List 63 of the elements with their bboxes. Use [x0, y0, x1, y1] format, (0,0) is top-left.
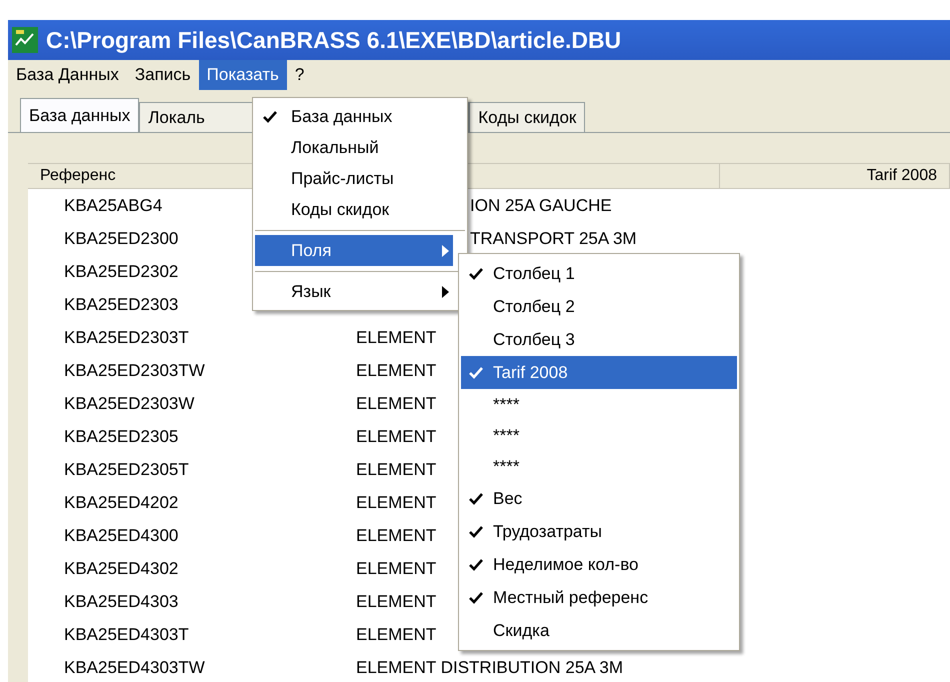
check-icon — [469, 492, 483, 504]
table-cell: ELEMENT — [356, 624, 436, 644]
check-icon — [469, 366, 483, 378]
menu-option[interactable]: Локальный — [255, 132, 453, 163]
table-cell: KBA25ED4303TW — [64, 658, 205, 678]
table-cell: KBA25ED2303W — [64, 394, 194, 414]
table-cell: KBA25ED2303TW — [64, 360, 205, 380]
window-title: C:\Program Files\CanBRASS 6.1\EXE\BD\article.DBU — [46, 26, 622, 54]
menu-option[interactable]: Местный референс — [461, 581, 737, 614]
app-icon — [12, 27, 38, 53]
menu-option[interactable]: Трудозатраты — [461, 515, 737, 548]
table-cell: ELEMENT — [356, 328, 436, 348]
table-cell: ION 25A GAUCHE — [470, 196, 612, 216]
menu-item[interactable]: Показать — [198, 60, 287, 90]
check-icon — [469, 268, 483, 280]
table-cell: TRANSPORT 25A 3M — [470, 228, 637, 248]
menu-option[interactable]: Столбец 2 — [461, 290, 737, 323]
check-icon — [263, 110, 277, 122]
menu-option[interactable]: Tarif 2008 — [461, 356, 737, 389]
table-cell: KBA25ED4303 — [64, 592, 178, 612]
tab[interactable]: Коды скидок — [469, 102, 586, 132]
menu-option[interactable]: Скидка — [461, 614, 737, 647]
menu-option[interactable]: Столбец 1 — [461, 257, 737, 290]
menu-option[interactable]: Язык — [255, 276, 453, 307]
check-icon — [469, 526, 483, 538]
table-cell: ELEMENT — [356, 558, 436, 578]
table-cell: ELEMENT — [356, 592, 436, 612]
menu-option[interactable]: **** — [461, 420, 737, 451]
menu-option[interactable]: Вес — [461, 482, 737, 515]
arrow-icon — [442, 286, 449, 298]
menu-item[interactable]: Запись — [126, 60, 199, 90]
table-cell: KBA25ED4303T — [64, 624, 189, 644]
check-icon — [469, 558, 483, 570]
column-header[interactable]: Tarif 2008 — [720, 163, 950, 189]
table-cell: ELEMENT — [356, 460, 436, 480]
check-icon — [469, 592, 483, 604]
menu-option[interactable]: Неделимое кол-во — [461, 548, 737, 581]
table-cell: ELEMENT — [356, 492, 436, 512]
menu-option[interactable]: **** — [461, 389, 737, 420]
table-cell: ELEMENT — [356, 394, 436, 414]
table-cell: KBA25ED4202 — [64, 492, 178, 512]
menu-option[interactable]: Коды скидок — [255, 194, 453, 225]
tab[interactable]: База данных — [20, 98, 140, 132]
menu-option[interactable]: **** — [461, 451, 737, 482]
table-cell: ELEMENT — [356, 426, 436, 446]
table-cell: KBA25ED4300 — [64, 526, 178, 546]
table-cell: ELEMENT — [356, 526, 436, 546]
menu-option[interactable]: Поля — [255, 235, 453, 266]
table-cell: KBA25ED2302 — [64, 262, 178, 282]
menu-item[interactable]: ? — [286, 60, 312, 90]
table-cell: KBA25ED2303T — [64, 328, 189, 348]
table-cell: KBA25ED2303 — [64, 294, 178, 314]
menu-item[interactable]: База Данных — [8, 60, 127, 90]
table-cell: KBA25ABG4 — [64, 196, 162, 216]
table-cell: ELEMENT DISTRIBUTION 25A 3M — [356, 658, 624, 678]
table-cell: KBA25ED2300 — [64, 228, 178, 248]
arrow-icon — [442, 244, 449, 256]
table-cell: ELEMENT — [356, 360, 436, 380]
table-cell: KBA25ED2305 — [64, 426, 178, 446]
menu-option[interactable]: База данных — [255, 101, 453, 132]
menu-option[interactable]: Столбец 3 — [461, 323, 737, 356]
table-cell: KBA25ED4302 — [64, 558, 178, 578]
table-cell: KBA25ED2305T — [64, 460, 189, 480]
